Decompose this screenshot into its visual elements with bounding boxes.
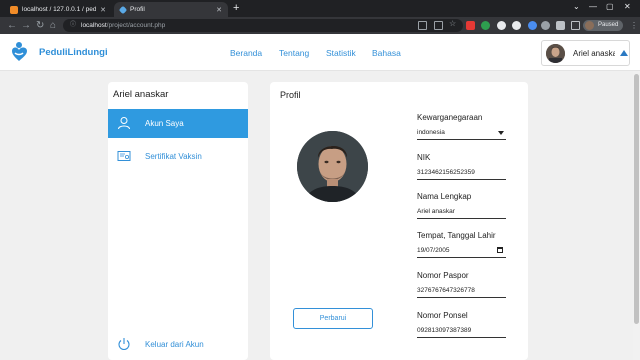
extension-white-round-icon[interactable] xyxy=(512,21,521,30)
chevron-down-icon[interactable]: ⌄ xyxy=(573,2,580,11)
full-name-input[interactable]: Ariel anaskar xyxy=(417,207,506,219)
calendar-icon[interactable] xyxy=(497,247,503,253)
birth-field: Tempat, Tanggal Lahir 19/07/2005 xyxy=(417,231,506,258)
close-tab-icon[interactable]: ✕ xyxy=(100,6,106,14)
nationality-field: Kewarganegaraan indonesia xyxy=(417,113,506,140)
page-scrollbar[interactable] xyxy=(633,71,640,360)
full-name-label: Nama Lengkap xyxy=(417,192,472,201)
close-window-icon[interactable]: ✕ xyxy=(624,2,631,11)
star-icon[interactable]: ☆ xyxy=(449,19,458,28)
sidebar-item-akun-saya[interactable]: Akun Saya xyxy=(108,109,248,138)
sidebar-item-keluar[interactable]: Keluar dari Akun xyxy=(108,330,248,359)
passport-label: Nomor Paspor xyxy=(417,271,469,280)
nationality-select[interactable]: indonesia xyxy=(417,128,506,140)
birth-label: Tempat, Tanggal Lahir xyxy=(417,231,496,240)
back-icon[interactable]: ← xyxy=(7,19,17,32)
url-host: localhost xyxy=(81,22,107,29)
caret-up-icon xyxy=(620,50,628,56)
extension-gray-icon[interactable] xyxy=(541,21,550,30)
certificate-icon xyxy=(117,151,131,161)
account-sidebar: Ariel anaskar Akun Saya Sertifikat Vaksi… xyxy=(108,82,248,360)
chevron-down-icon xyxy=(498,131,504,135)
profile-status: Paused xyxy=(598,22,619,28)
close-tab-icon[interactable]: ✕ xyxy=(216,6,222,14)
nationality-value: indonesia xyxy=(417,129,445,136)
browser-tab-bar: localhost / 127.0.0.1 / pedulilindungi ✕… xyxy=(0,0,640,17)
nav-beranda[interactable]: Beranda xyxy=(230,48,262,58)
phpmyadmin-favicon-icon xyxy=(10,5,18,14)
profile-card: Profil Perbarui Kewarganegaraan indonesi… xyxy=(270,82,528,360)
passport-input[interactable]: 3276767647326778 xyxy=(417,286,506,298)
sidebar-panel-icon[interactable] xyxy=(571,21,580,30)
user-name: Ariel anaskar xyxy=(573,49,615,58)
birth-date-input[interactable]: 19/07/2005 xyxy=(417,246,506,258)
forward-icon[interactable]: → xyxy=(21,19,31,32)
nik-input[interactable]: 3123462156252359 xyxy=(417,168,506,180)
url-path: /project/account.php xyxy=(106,22,166,29)
page-title: Profil xyxy=(280,90,301,100)
pedulilindungi-logo-icon[interactable] xyxy=(10,40,34,64)
birth-date-value: 19/07/2005 xyxy=(417,247,450,254)
reload-icon[interactable]: ↻ xyxy=(36,19,44,32)
site-header: PeduliLindungi Beranda Tentang Statistik… xyxy=(0,34,640,71)
power-icon xyxy=(118,338,130,351)
site-favicon-icon xyxy=(118,5,128,14)
adblock-extension-icon[interactable] xyxy=(466,21,475,30)
user-menu-button[interactable]: Ariel anaskar xyxy=(541,40,630,66)
browser-toolbar: ← → ↻ ⌂ ⓘ localhost/project/account.php … xyxy=(0,17,640,34)
sidebar-item-sertifikat-vaksin[interactable]: Sertifikat Vaksin xyxy=(108,142,248,171)
nationality-label: Kewarganegaraan xyxy=(417,113,483,122)
full-name-field: Nama Lengkap Ariel anaskar xyxy=(417,192,506,219)
user-icon xyxy=(118,117,130,130)
home-icon[interactable]: ⌂ xyxy=(50,19,56,32)
phone-label: Nomor Ponsel xyxy=(417,311,468,320)
nik-label: NIK xyxy=(417,153,431,162)
tab-title: Profil xyxy=(130,6,145,13)
profile-paused-button[interactable]: Paused xyxy=(583,20,623,31)
sidebar-item-label: Keluar dari Akun xyxy=(145,340,204,349)
extensions-puzzle-icon[interactable] xyxy=(556,21,565,30)
phone-field: Nomor Ponsel 092813097387389 xyxy=(417,311,506,338)
nav-tentang[interactable]: Tentang xyxy=(279,48,309,58)
extension-green-icon[interactable] xyxy=(481,21,490,30)
profile-photo xyxy=(297,131,368,202)
nav-statistik[interactable]: Statistik xyxy=(326,48,356,58)
minimize-icon[interactable]: — xyxy=(589,2,597,11)
new-tab-icon[interactable]: + xyxy=(233,2,239,15)
send-icon[interactable] xyxy=(434,21,443,30)
profile-avatar xyxy=(585,21,594,30)
update-profile-button[interactable]: Perbarui xyxy=(293,308,373,329)
maximize-icon[interactable]: ▢ xyxy=(606,2,614,11)
extension-white-icon[interactable] xyxy=(497,21,506,30)
passport-field: Nomor Paspor 3276767647326778 xyxy=(417,271,506,298)
info-icon[interactable]: ⓘ xyxy=(70,19,76,32)
address-bar[interactable]: ⓘ localhost/project/account.php xyxy=(63,19,463,32)
more-menu-icon[interactable]: ⋮ xyxy=(630,19,638,32)
sidebar-user-name: Ariel anaskar xyxy=(113,89,169,100)
browser-tab-profil[interactable]: Profil ✕ xyxy=(114,2,228,17)
browser-tab-phpmyadmin[interactable]: localhost / 127.0.0.1 / pedulilindungi ✕ xyxy=(4,2,112,17)
sidebar-item-label: Akun Saya xyxy=(145,119,184,128)
nav-bahasa[interactable]: Bahasa xyxy=(372,48,401,58)
nik-field: NIK 3123462156252359 xyxy=(417,153,506,180)
extension-blue-icon[interactable] xyxy=(528,21,537,30)
brand-name[interactable]: PeduliLindungi xyxy=(39,47,108,58)
scrollbar-thumb[interactable] xyxy=(634,74,639,324)
tab-title: localhost / 127.0.0.1 / pedulilindungi xyxy=(22,6,97,13)
user-avatar xyxy=(546,44,565,63)
sidebar-item-label: Sertifikat Vaksin xyxy=(145,152,202,161)
phone-input[interactable]: 092813097387389 xyxy=(417,326,506,338)
share-icon[interactable] xyxy=(418,21,427,30)
